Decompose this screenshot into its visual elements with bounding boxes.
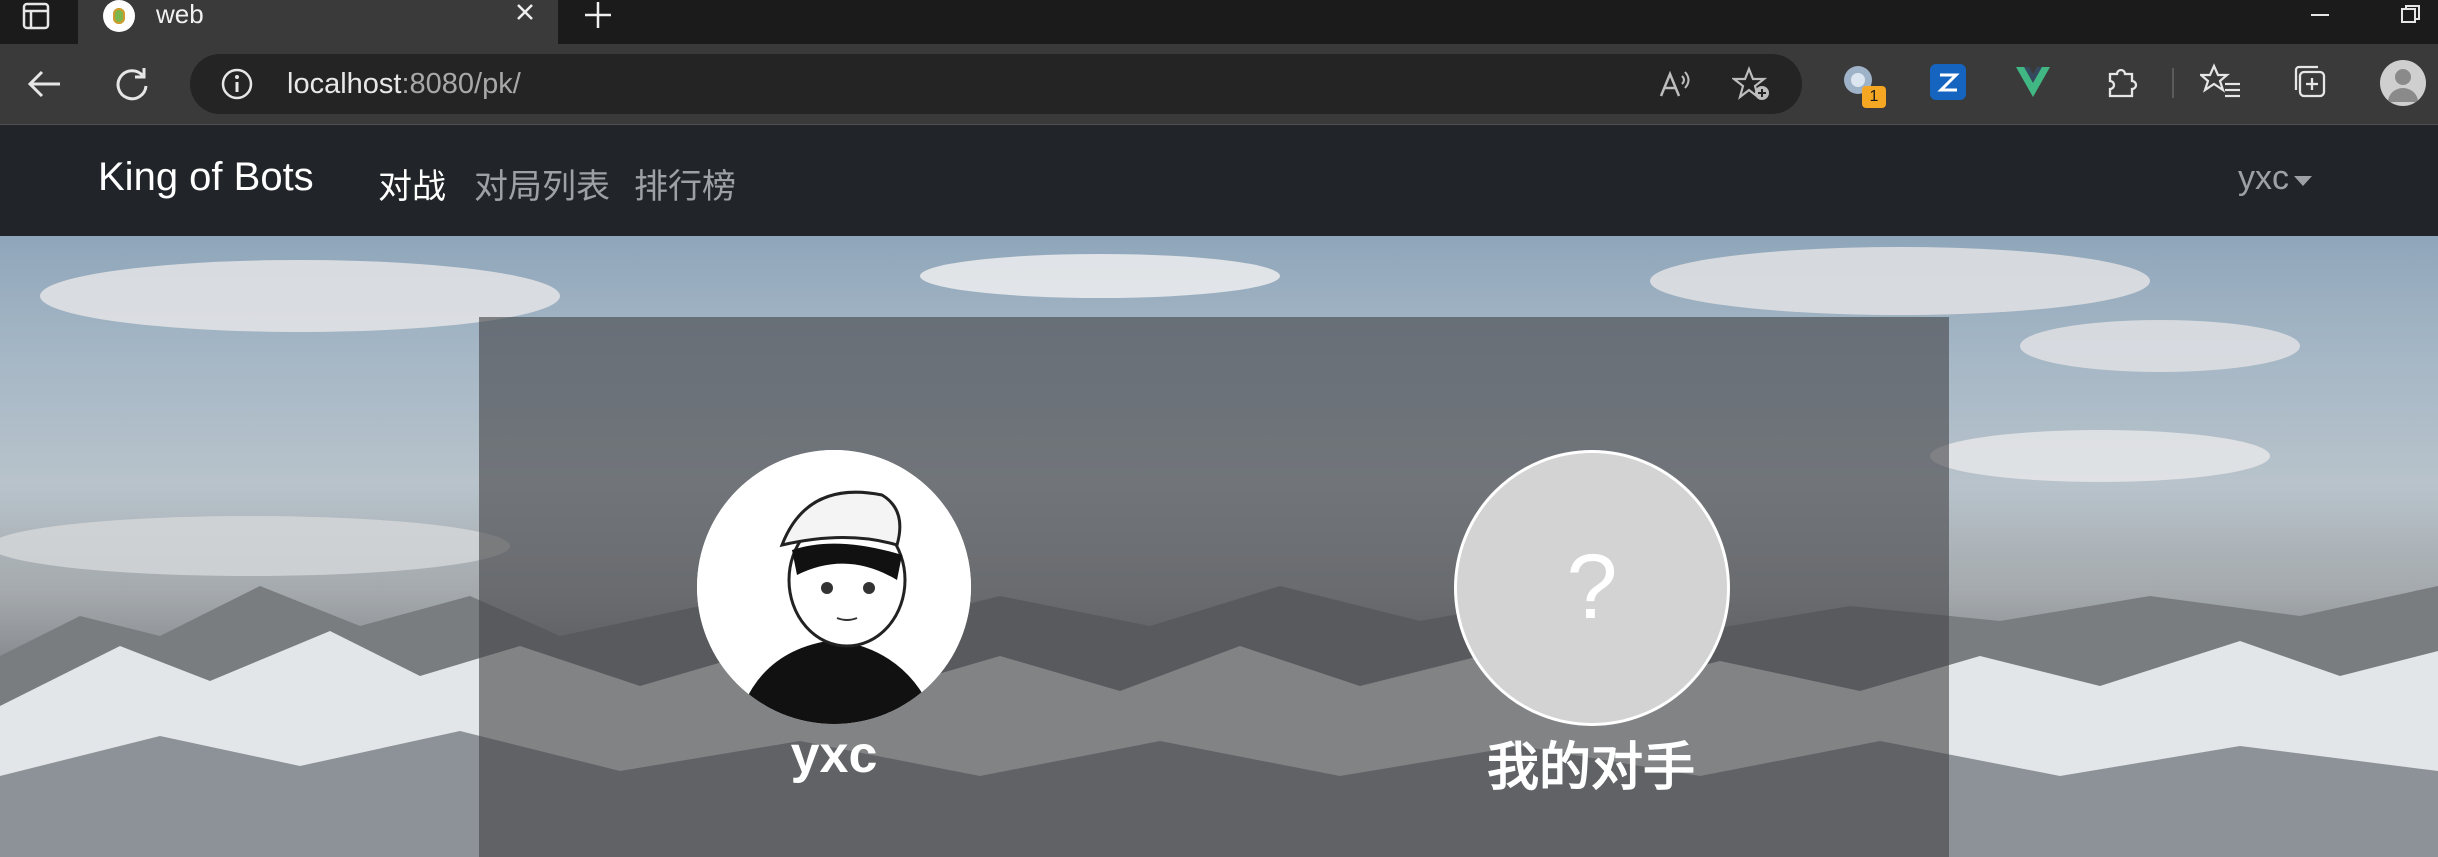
question-mark: ? bbox=[1566, 536, 1618, 638]
read-aloud-icon[interactable] bbox=[1655, 66, 1695, 102]
active-tab[interactable]: web bbox=[78, 0, 558, 44]
match-card: yxc ? 我的对手 bbox=[479, 317, 1949, 857]
profile-avatar[interactable] bbox=[2380, 60, 2426, 106]
collections-icon[interactable] bbox=[2290, 62, 2330, 102]
self-avatar bbox=[697, 450, 971, 724]
address-bar[interactable]: localhost:8080/pk/ bbox=[190, 54, 1802, 114]
extension-icon[interactable]: 1 bbox=[1840, 62, 1886, 108]
brand-link[interactable]: King of Bots bbox=[98, 155, 314, 200]
zhihu-extension-icon[interactable] bbox=[1930, 64, 1966, 100]
new-tab-icon[interactable] bbox=[578, 0, 618, 30]
star-plus-icon[interactable] bbox=[1730, 66, 1772, 102]
nav-link-records[interactable]: 对局列表 bbox=[474, 159, 610, 208]
browser-toolbar: localhost:8080/pk/ bbox=[0, 44, 2438, 126]
browser-tab-bar: web bbox=[0, 0, 2438, 44]
back-arrow-icon[interactable] bbox=[16, 56, 72, 112]
favorites-list-icon[interactable] bbox=[2198, 62, 2242, 102]
opponent-username: 我的对手 bbox=[1486, 739, 1695, 797]
self-username: yxc bbox=[790, 726, 878, 784]
caret-down-icon[interactable] bbox=[2294, 176, 2312, 186]
url-host: localhost bbox=[287, 68, 402, 100]
opponent-avatar-placeholder: ? bbox=[1454, 450, 1730, 726]
vue-devtools-icon[interactable] bbox=[2014, 64, 2052, 100]
tab-title: web bbox=[156, 0, 204, 29]
user-dropdown[interactable]: yxc bbox=[2238, 159, 2289, 198]
toolbar-divider bbox=[2172, 68, 2174, 98]
tab-actions-icon[interactable] bbox=[20, 0, 54, 34]
navbar: King of Bots 对战 对局列表 排行榜 yxc bbox=[0, 125, 2438, 236]
vue-app-favicon-icon bbox=[103, 0, 135, 32]
minimize-window-icon[interactable] bbox=[2300, 0, 2340, 30]
restore-window-icon[interactable] bbox=[2390, 0, 2430, 30]
nav-link-pk[interactable]: 对战 bbox=[378, 159, 446, 208]
puzzle-icon[interactable] bbox=[2102, 62, 2142, 102]
refresh-icon[interactable] bbox=[104, 56, 160, 112]
close-tab-icon[interactable] bbox=[510, 0, 540, 27]
url-text[interactable]: localhost:8080/pk/ bbox=[287, 68, 521, 101]
web-page: King of Bots 对战 对局列表 排行榜 yxc yxc ? 我的对手 bbox=[0, 125, 2438, 857]
info-circle-icon[interactable] bbox=[220, 67, 254, 101]
nav-link-ranklist[interactable]: 排行榜 bbox=[634, 159, 736, 208]
extension-badge: 1 bbox=[1862, 86, 1886, 108]
url-path: :8080/pk/ bbox=[401, 68, 521, 100]
